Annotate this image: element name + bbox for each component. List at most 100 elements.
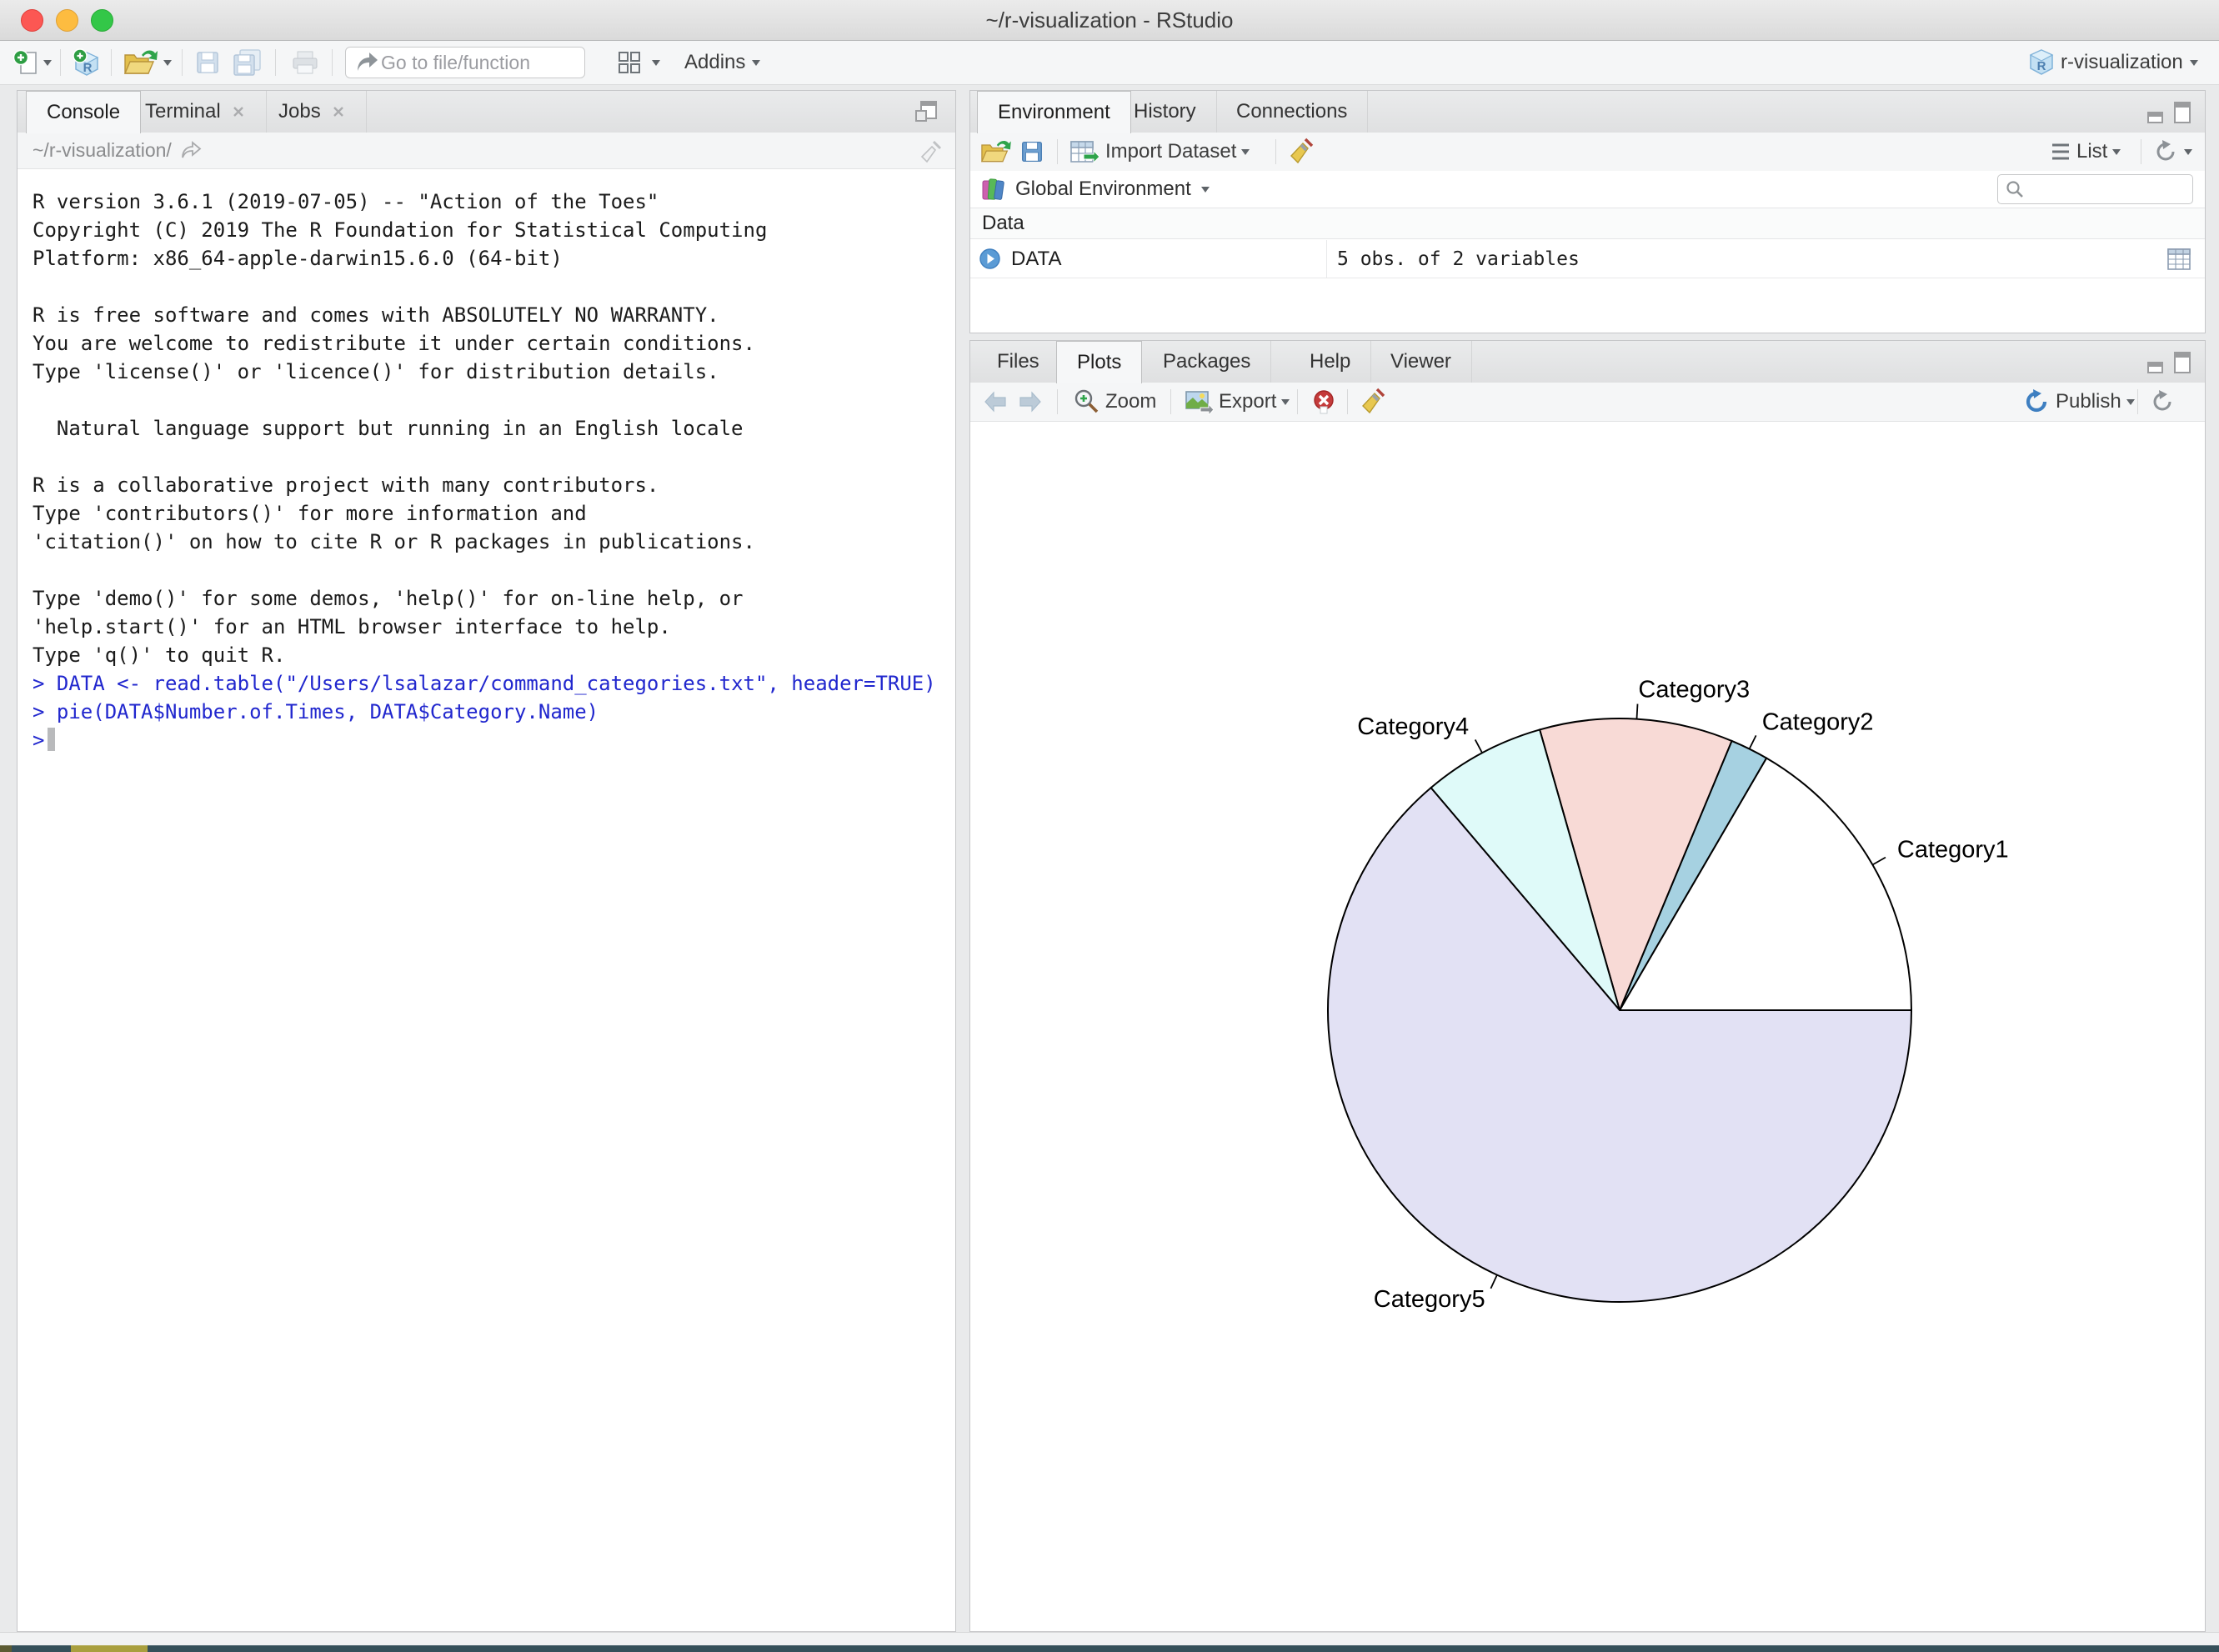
pie-label-tick: [1490, 1275, 1497, 1289]
tab-console[interactable]: Console: [26, 91, 141, 133]
goto-directory-icon[interactable]: [180, 141, 202, 161]
refresh-environment-button[interactable]: [2152, 133, 2192, 171]
list-label: List: [2076, 140, 2107, 163]
broom-icon: [1359, 387, 1387, 417]
pie-label-tick: [1475, 739, 1482, 753]
import-dataset-button[interactable]: Import Dataset: [1069, 133, 1250, 171]
open-folder-icon: [122, 47, 158, 78]
pie-label: Category2: [1762, 709, 1874, 736]
project-cube-icon: R: [2027, 48, 2056, 78]
environment-pane: Environment History Connections: [969, 90, 2206, 333]
list-icon: [2050, 142, 2071, 162]
remove-plot-button[interactable]: [1310, 383, 1337, 421]
new-project-button[interactable]: R: [70, 41, 103, 84]
panes-layout-button[interactable]: [615, 41, 644, 84]
addins-button[interactable]: Addins: [679, 41, 760, 84]
table-grid-icon: [2166, 248, 2191, 271]
refresh-plot-button[interactable]: [2149, 383, 2176, 421]
maximize-pane-button[interactable]: [914, 99, 940, 128]
refresh-icon: [2152, 138, 2179, 165]
save-all-button[interactable]: [230, 41, 263, 84]
title-bar: ~/r-visualization - RStudio: [0, 0, 2219, 41]
console-body[interactable]: R version 3.6.1 (2019-07-05) -- "Action …: [33, 188, 933, 754]
environment-toolbar: Import Dataset List: [970, 133, 2205, 172]
env-view-list-button[interactable]: List: [2050, 133, 2121, 171]
print-button[interactable]: [290, 41, 320, 84]
new-file-dropdown[interactable]: [43, 41, 52, 84]
tab-help[interactable]: Help: [1290, 341, 1371, 383]
expand-object-icon[interactable]: [979, 248, 1001, 270]
plots-pane: Files Plots Packages Help Viewer: [969, 340, 2206, 1632]
console-prompt-line[interactable]: >: [33, 726, 933, 754]
scope-label: Global Environment: [1015, 178, 1191, 201]
new-file-icon: [12, 48, 40, 77]
toolbar-divider: [275, 49, 276, 76]
panes-layout-dropdown[interactable]: [652, 41, 660, 84]
open-file-dropdown[interactable]: [163, 41, 172, 84]
tab-packages[interactable]: Packages: [1143, 341, 1271, 383]
new-project-icon: R: [70, 46, 103, 79]
main-toolbar: R: [0, 41, 2219, 85]
save-workspace-button[interactable]: [1019, 133, 1045, 171]
open-file-button[interactable]: [122, 41, 158, 84]
toolbar-divider: [60, 49, 61, 76]
tab-terminal[interactable]: Terminal: [125, 91, 267, 133]
environment-search-box[interactable]: [1997, 174, 2193, 204]
tab-files[interactable]: Files: [977, 341, 1060, 383]
clear-environment-button[interactable]: [1287, 133, 1315, 171]
export-image-icon: [1184, 388, 1214, 415]
broom-icon: [919, 139, 944, 164]
project-menu-button[interactable]: R r-visualization: [2027, 41, 2198, 84]
console-tabbar: Console Terminal Jobs: [18, 91, 955, 133]
console-pane: Console Terminal Jobs: [17, 90, 956, 1632]
maximize-pane-icon[interactable]: [2173, 101, 2191, 124]
environment-tabbar: Environment History Connections: [970, 91, 2205, 133]
publish-icon: [2022, 388, 2051, 416]
save-all-icon: [230, 48, 263, 78]
forward-arrow-icon: [1017, 389, 1044, 414]
tab-plots[interactable]: Plots: [1056, 341, 1142, 383]
tab-jobs[interactable]: Jobs: [258, 91, 367, 133]
publish-plot-button[interactable]: Publish: [2022, 383, 2135, 421]
console-command: > DATA <- read.table("/Users/lsalazar/co…: [33, 669, 933, 698]
zoom-plot-button[interactable]: Zoom: [1072, 383, 1161, 421]
pie-label: Category5: [1374, 1286, 1485, 1313]
previous-plot-button[interactable]: [982, 383, 1009, 421]
close-icon[interactable]: [231, 104, 246, 119]
view-table-button[interactable]: [2166, 248, 2191, 275]
toolbar-divider: [182, 49, 183, 76]
tab-environment[interactable]: Environment: [977, 91, 1131, 133]
tab-connections[interactable]: Connections: [1216, 91, 1368, 133]
goto-file-box[interactable]: [345, 47, 585, 78]
svg-text:R: R: [2037, 59, 2046, 73]
print-icon: [290, 48, 320, 77]
import-dataset-icon: [1069, 138, 1100, 166]
desktop-edge: [0, 1645, 12, 1652]
pane-window-buttons: [2146, 101, 2191, 124]
maximize-pane-icon[interactable]: [2173, 351, 2191, 374]
export-plot-button[interactable]: Export: [1184, 383, 1290, 421]
console-output: R version 3.6.1 (2019-07-05) -- "Action …: [33, 188, 933, 669]
save-button[interactable]: [193, 41, 222, 84]
pie-label-tick: [1872, 858, 1886, 865]
pane-grid-icon: [615, 48, 644, 77]
toolbar-divider: [1057, 389, 1058, 414]
tab-viewer[interactable]: Viewer: [1370, 341, 1472, 383]
working-directory-bar: ~/r-visualization/: [18, 133, 955, 169]
load-workspace-button[interactable]: [979, 133, 1012, 171]
object-summary: 5 obs. of 2 variables: [1337, 248, 1580, 270]
minimize-pane-icon[interactable]: [2146, 353, 2165, 374]
next-plot-button[interactable]: [1017, 383, 1044, 421]
new-file-button[interactable]: [12, 41, 40, 84]
zoom-magnifier-icon: [1072, 388, 1100, 416]
broom-icon: [1287, 137, 1315, 167]
svg-text:R: R: [83, 61, 93, 75]
environment-object-row[interactable]: DATA 5 obs. of 2 variables: [970, 240, 2205, 278]
clear-all-plots-button[interactable]: [1359, 383, 1387, 421]
close-icon[interactable]: [331, 104, 346, 119]
minimize-pane-icon[interactable]: [2146, 103, 2165, 124]
publish-label: Publish: [2056, 390, 2121, 413]
data-section-label: Data: [982, 212, 1024, 235]
clear-console-button[interactable]: [919, 139, 944, 168]
goto-file-input[interactable]: [379, 51, 574, 75]
